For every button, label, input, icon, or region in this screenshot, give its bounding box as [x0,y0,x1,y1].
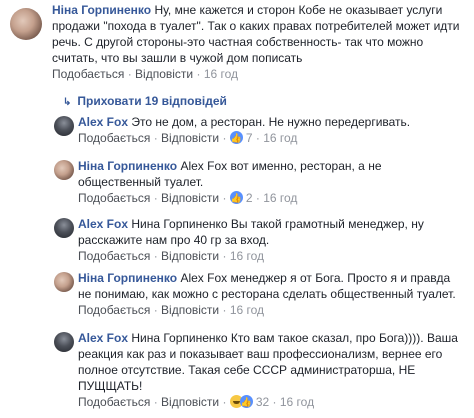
like-link[interactable]: Подобається [78,249,150,263]
reply-actions: Подобається · Відповісти · 32 · 16 год [78,394,464,410]
reply-body: Alex Fox Это не дом, а ресторан. Не нужн… [78,114,464,146]
reaction-count[interactable]: 2 [246,191,253,205]
reply-time[interactable]: 16 год [263,131,297,145]
return-arrow-icon: ↳ [63,97,72,108]
avatar[interactable] [54,272,74,292]
reply-text: Нина Горпиненко Вы такой грамотный менед… [78,217,424,247]
hide-replies-button[interactable]: ↳ Приховати 19 відповідей [63,94,227,108]
comment-body: Ніна Горпиненко Ну, мне кажется и сторон… [52,2,466,82]
like-reaction-icon[interactable] [239,394,253,410]
reply-actions: Подобається · Відповісти · 7 · 16 год [78,130,464,146]
like-link[interactable]: Подобається [78,191,150,205]
like-reaction-icon[interactable] [229,190,243,206]
reply-actions: Подобається · Відповісти · 16 год [78,303,265,317]
avatar[interactable] [54,160,74,180]
comment-actions: Подобається · Відповісти · 16 год [52,67,239,81]
reply-time[interactable]: 16 год [230,249,264,263]
reply-link[interactable]: Відповісти [161,131,219,145]
avatar[interactable] [10,8,42,40]
reply-body: Alex Fox Нина Горпиненко Вы такой грамот… [78,216,464,264]
reply-link[interactable]: Відповісти [161,191,219,205]
reply-time[interactable]: 16 год [263,191,297,205]
hide-replies-label: Приховати 19 відповідей [77,94,227,108]
reply-link[interactable]: Відповісти [161,303,219,317]
like-link[interactable]: Подобається [78,131,150,145]
avatar[interactable] [54,332,74,352]
reply-body: Ніна Горпиненко Alex Fox менеджер я от Б… [78,270,464,318]
reply-actions: Подобається · Відповісти · 16 год [78,249,265,263]
reply-link[interactable]: Відповісти [161,249,219,263]
reply-author[interactable]: Alex Fox [78,115,128,129]
comment-time[interactable]: 16 год [204,67,238,81]
reply-actions: Подобається · Відповісти · 2 · 16 год [78,190,464,206]
reply-author[interactable]: Alex Fox [78,217,128,231]
reply-author[interactable]: Ніна Горпиненко [78,159,177,173]
reply-time[interactable]: 16 год [280,395,314,409]
reply-body: Alex Fox Нина Горпиненко Кто вам такое с… [78,330,464,410]
reply-text: Это не дом, а ресторан. Не нужно передер… [131,115,411,129]
avatar[interactable] [54,116,74,136]
like-link[interactable]: Подобається [78,395,150,409]
comment-author[interactable]: Ніна Горпиненко [52,3,151,17]
reaction-count[interactable]: 7 [246,131,253,145]
reaction-count[interactable]: 32 [256,395,269,409]
reply-author[interactable]: Alex Fox [78,331,128,345]
like-link[interactable]: Подобається [52,67,124,81]
reply-text: Нина Горпиненко Кто вам такое сказал, пр… [78,331,458,393]
reply-body: Ніна Горпиненко Alex Fox вот именно, рес… [78,158,464,206]
reply-link[interactable]: Відповісти [135,67,193,81]
avatar[interactable] [54,218,74,238]
reply-author[interactable]: Ніна Горпиненко [78,271,177,285]
reply-time[interactable]: 16 год [230,303,264,317]
reply-link[interactable]: Відповісти [161,395,219,409]
like-link[interactable]: Подобається [78,303,150,317]
like-reaction-icon[interactable] [229,130,243,146]
